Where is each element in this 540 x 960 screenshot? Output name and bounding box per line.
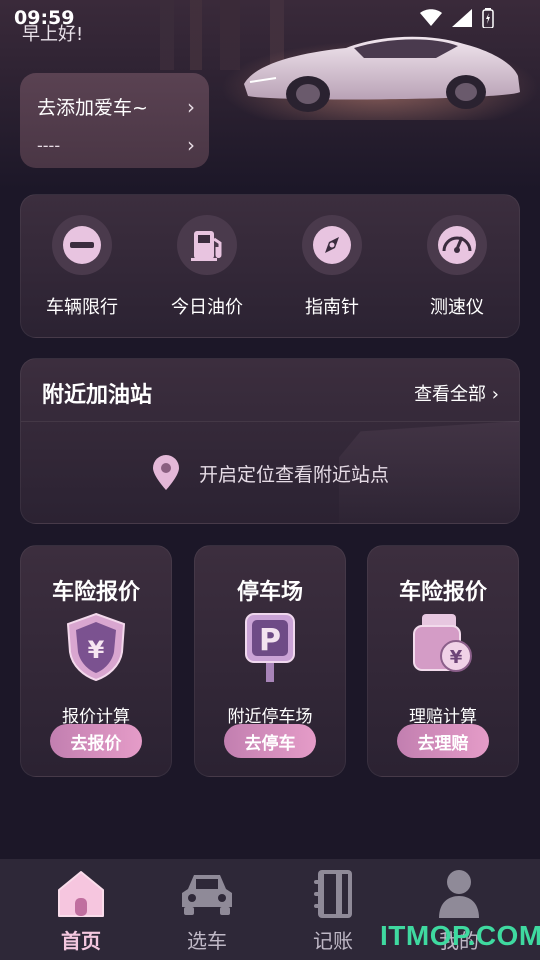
go-claim-button[interactable]: 去理赔 [397, 724, 489, 758]
divider [21, 421, 519, 422]
feature-card-parking: 停车场 P 附近停车场 去停车 [194, 545, 346, 777]
battery-icon [482, 8, 494, 28]
parking-sign-icon: P [195, 612, 345, 682]
greeting-text: 早上好! [22, 24, 84, 45]
svg-text:¥: ¥ [88, 636, 105, 664]
add-car-row[interactable]: 去添加爱车~ › [37, 93, 195, 120]
svg-text:¥: ¥ [450, 647, 463, 668]
view-all-label: 查看全部 [414, 384, 487, 405]
feature-card-title: 车险报价 [398, 580, 487, 605]
nav-label: 记账 [313, 929, 353, 953]
tool-compass[interactable]: 指南针 [277, 215, 387, 319]
feature-card-claims: 车险报价 ¥ 理赔计算 去理赔 [367, 545, 519, 777]
chevron-right-icon: › [187, 94, 195, 119]
nav-label: 选车 [187, 929, 227, 953]
section-title: 附近加油站 [42, 383, 153, 408]
tool-fuel-price[interactable]: 今日油价 [152, 215, 262, 319]
fuel-pump-icon [177, 215, 237, 275]
tool-label: 测速仪 [430, 297, 484, 318]
speedometer-icon [427, 215, 487, 275]
tool-label: 车辆限行 [46, 297, 118, 318]
add-car-card[interactable]: 去添加爱车~ › ---- › [20, 73, 209, 168]
car-plate-placeholder: ---- [37, 135, 61, 155]
tool-label: 指南针 [305, 297, 359, 318]
user-icon [409, 867, 509, 921]
nav-item-ledger[interactable]: 记账 [283, 867, 383, 954]
signal-icon [452, 9, 472, 27]
nav-item-home[interactable]: 首页 [31, 867, 131, 954]
car-plate-row[interactable]: ---- › [37, 133, 195, 157]
view-all-link[interactable]: 查看全部 › [414, 380, 499, 406]
feature-card-insurance-quote: 车险报价 ¥ 报价计算 去报价 [20, 545, 172, 777]
notebook-icon [283, 867, 383, 921]
minus-circle-icon [52, 215, 112, 275]
chevron-right-icon: › [187, 133, 195, 157]
go-parking-button[interactable]: 去停车 [224, 724, 316, 758]
add-car-label: 去添加爱车~ [37, 97, 148, 119]
shield-yuan-icon: ¥ [21, 612, 171, 682]
wifi-icon [420, 9, 442, 26]
tool-traffic-restriction[interactable]: 车辆限行 [27, 215, 137, 319]
nav-label: 首页 [61, 929, 101, 953]
tool-speedometer[interactable]: 测速仪 [402, 215, 512, 319]
location-pin-icon [152, 455, 179, 490]
nearby-gas-stations-card: 附近加油站 查看全部 › 开启定位查看附近站点 [20, 358, 520, 524]
go-quote-button[interactable]: 去报价 [50, 724, 142, 758]
tool-label: 今日油价 [171, 297, 243, 318]
enable-location-prompt[interactable]: 开启定位查看附近站点 [21, 455, 519, 491]
chevron-right-icon: › [491, 384, 499, 405]
feature-card-title: 车险报价 [51, 580, 140, 605]
feature-card-title: 停车场 [236, 580, 303, 605]
car-icon [157, 867, 257, 921]
wallet-yuan-icon: ¥ [368, 612, 518, 682]
compass-icon [302, 215, 362, 275]
watermark: ITMOP.COM [380, 920, 540, 951]
tools-panel: 车辆限行 今日油价 指南针 测速仪 [20, 194, 520, 338]
svg-text:P: P [259, 623, 281, 658]
home-icon [31, 867, 131, 921]
nav-item-choose-car[interactable]: 选车 [157, 867, 257, 954]
status-icons [420, 8, 494, 28]
enable-location-text: 开启定位查看附近站点 [198, 463, 389, 486]
